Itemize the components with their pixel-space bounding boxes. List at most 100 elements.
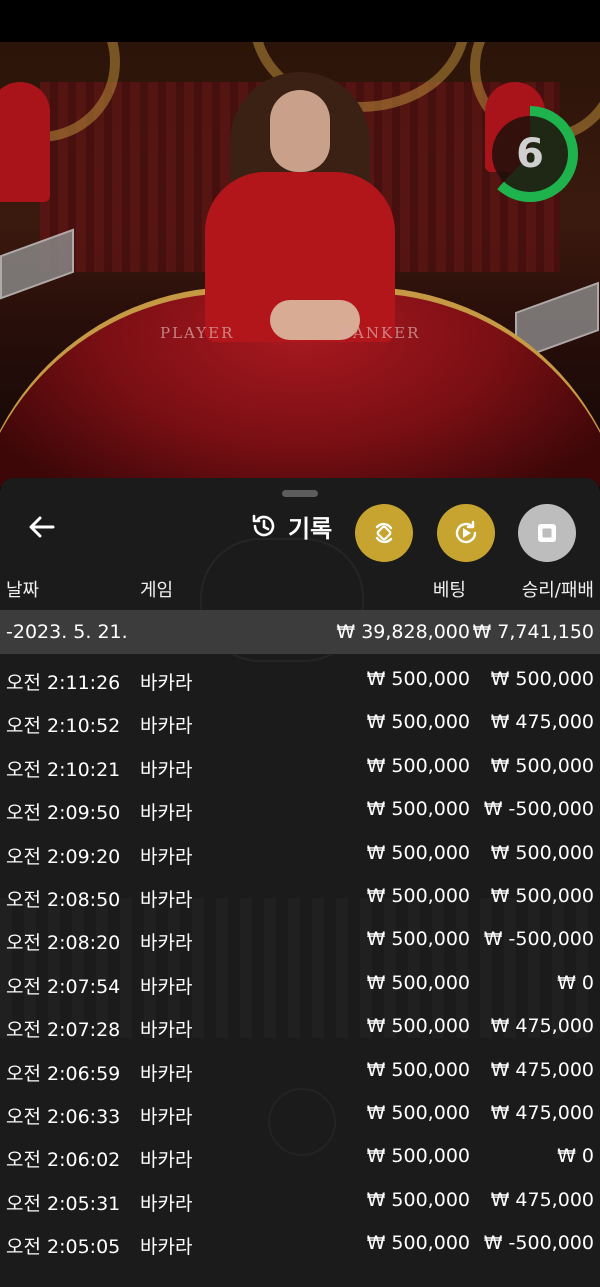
row-winloss: ₩ 475,000	[490, 1101, 594, 1124]
history-row[interactable]: 오전 2:07:54 바카라 ₩ 500,000 ₩ 0	[0, 962, 600, 1005]
row-bet: ₩ 500,000	[366, 971, 470, 994]
history-clock-icon	[252, 514, 275, 537]
history-title: 기록	[288, 514, 333, 543]
row-bet: ₩ 500,000	[366, 798, 470, 821]
row-winloss: ₩ 475,000	[490, 711, 594, 734]
row-game: 바카라	[140, 1149, 193, 1172]
row-game: 바카라	[140, 1105, 193, 1128]
row-bet: ₩ 500,000	[366, 754, 470, 777]
back-button[interactable]	[22, 510, 62, 544]
row-time: 오전 2:09:20	[6, 845, 121, 868]
row-time: 오전 2:08:20	[6, 932, 121, 955]
row-winloss: ₩ -500,000	[483, 928, 594, 951]
row-winloss: ₩ 500,000	[490, 668, 594, 690]
row-bet: ₩ 500,000	[366, 1101, 470, 1124]
history-row[interactable]: 오전 2:11:26 바카라 ₩ 500,000 ₩ 500,000	[0, 658, 600, 701]
row-time: 오전 2:10:52	[6, 715, 121, 738]
row-bet: ₩ 500,000	[366, 1188, 470, 1211]
row-time: 오전 2:06:33	[6, 1105, 121, 1128]
repeat-icon	[375, 522, 393, 544]
history-row[interactable]: 오전 2:08:50 바카라 ₩ 500,000 ₩ 500,000	[0, 875, 600, 918]
row-bet: ₩ 500,000	[366, 928, 470, 951]
arrow-left-icon	[29, 516, 55, 538]
row-game: 바카라	[140, 1236, 193, 1259]
history-row[interactable]: 오전 2:09:20 바카라 ₩ 500,000 ₩ 500,000	[0, 832, 600, 875]
date-group-total-winloss: ₩ 7,741,150	[472, 621, 594, 643]
row-bet: ₩ 500,000	[366, 1015, 470, 1038]
side-dealer-left	[0, 82, 50, 202]
row-game: 바카라	[140, 802, 193, 825]
row-winloss: ₩ 0	[557, 971, 594, 994]
row-time: 오전 2:07:54	[6, 975, 121, 998]
status-bar	[0, 0, 600, 42]
history-row[interactable]: 오전 2:06:33 바카라 ₩ 500,000 ₩ 475,000	[0, 1092, 600, 1135]
history-row[interactable]: 오전 2:05:05 바카라 ₩ 500,000 ₩ -500,000	[0, 1222, 600, 1265]
row-bet: ₩ 500,000	[366, 711, 470, 734]
replay-icon	[455, 520, 477, 544]
history-row[interactable]: 오전 2:06:59 바카라 ₩ 500,000 ₩ 475,000	[0, 1049, 600, 1092]
row-winloss: ₩ 475,000	[490, 1188, 594, 1211]
dealer-face	[270, 90, 330, 172]
row-winloss: ₩ 500,000	[490, 884, 594, 907]
history-row[interactable]: 오전 2:09:50 바카라 ₩ 500,000 ₩ -500,000	[0, 788, 600, 831]
row-winloss: ₩ 0	[557, 1145, 594, 1168]
row-bet: ₩ 500,000	[366, 1145, 470, 1168]
row-game: 바카라	[140, 888, 193, 911]
column-header-bet[interactable]: 베팅	[433, 576, 466, 602]
stop-icon	[538, 524, 556, 542]
history-row[interactable]: 오전 2:08:20 바카라 ₩ 500,000 ₩ -500,000	[0, 918, 600, 961]
felt-banker-label: BANKER	[340, 324, 421, 342]
row-time: 오전 2:09:50	[6, 802, 121, 825]
row-time: 오전 2:11:26	[6, 672, 121, 694]
row-bet: ₩ 500,000	[366, 841, 470, 864]
card-shoe-left	[0, 228, 74, 300]
history-row[interactable]: 오전 2:10:52 바카라 ₩ 500,000 ₩ 475,000	[0, 701, 600, 744]
date-group-total-bet: ₩ 39,828,000	[336, 621, 470, 643]
column-header-game[interactable]: 게임	[140, 576, 173, 602]
row-winloss: ₩ 500,000	[490, 754, 594, 777]
column-header-date[interactable]: 날짜	[6, 576, 39, 602]
row-winloss: ₩ 475,000	[490, 1015, 594, 1038]
row-game: 바카라	[140, 672, 193, 694]
column-header-winloss[interactable]: 승리/패배	[522, 576, 594, 602]
stop-button[interactable]	[518, 504, 576, 562]
history-row[interactable]: 오전 2:05:31 바카라 ₩ 500,000 ₩ 475,000	[0, 1179, 600, 1222]
live-video-feed[interactable]: PLAYER BANKER 6	[0, 42, 600, 487]
row-bet: ₩ 500,000	[366, 1058, 470, 1081]
row-game: 바카라	[140, 1062, 193, 1085]
row-game: 바카라	[140, 845, 193, 868]
row-time: 오전 2:07:28	[6, 1019, 121, 1042]
row-game: 바카라	[140, 758, 193, 781]
row-bet: ₩ 500,000	[366, 1232, 470, 1255]
felt-player-label: PLAYER	[160, 324, 235, 342]
row-time: 오전 2:06:02	[6, 1149, 121, 1172]
history-title-group: 기록	[250, 506, 332, 546]
row-time: 오전 2:06:59	[6, 1062, 121, 1085]
row-game: 바카라	[140, 1192, 193, 1215]
row-winloss: ₩ -500,000	[483, 1232, 594, 1255]
row-time: 오전 2:05:05	[6, 1236, 121, 1259]
row-time: 오전 2:08:50	[6, 888, 121, 911]
date-group-row[interactable]: -2023. 5. 21. ₩ 39,828,000 ₩ 7,741,150	[0, 610, 600, 654]
row-winloss: ₩ -500,000	[483, 798, 594, 821]
row-game: 바카라	[140, 715, 193, 738]
history-panel: 기록 날짜 게임 베팅 승리/패배 -2023. 5. 21. ₩ 39,828…	[0, 478, 600, 1287]
date-group-label: -2023. 5. 21.	[6, 621, 128, 643]
row-game: 바카라	[140, 1019, 193, 1042]
history-row[interactable]: 오전 2:07:28 바카라 ₩ 500,000 ₩ 475,000	[0, 1005, 600, 1048]
countdown-value: 6	[516, 131, 544, 177]
row-bet: ₩ 500,000	[366, 668, 470, 690]
row-winloss: ₩ 500,000	[490, 841, 594, 864]
drag-handle[interactable]	[282, 490, 318, 497]
row-time: 오전 2:10:21	[6, 758, 121, 781]
row-game: 바카라	[140, 975, 193, 998]
row-game: 바카라	[140, 932, 193, 955]
replay-button[interactable]	[437, 504, 495, 562]
countdown-timer: 6	[482, 106, 578, 202]
row-winloss: ₩ 475,000	[490, 1058, 594, 1081]
autoplay-button[interactable]	[355, 504, 413, 562]
history-row[interactable]: 오전 2:06:02 바카라 ₩ 500,000 ₩ 0	[0, 1135, 600, 1178]
history-row[interactable]: 오전 2:10:21 바카라 ₩ 500,000 ₩ 500,000	[0, 745, 600, 788]
row-time: 오전 2:05:31	[6, 1192, 121, 1215]
history-rows: 오전 2:11:26 바카라 ₩ 500,000 ₩ 500,000 오전 2:10:…	[0, 658, 600, 1265]
